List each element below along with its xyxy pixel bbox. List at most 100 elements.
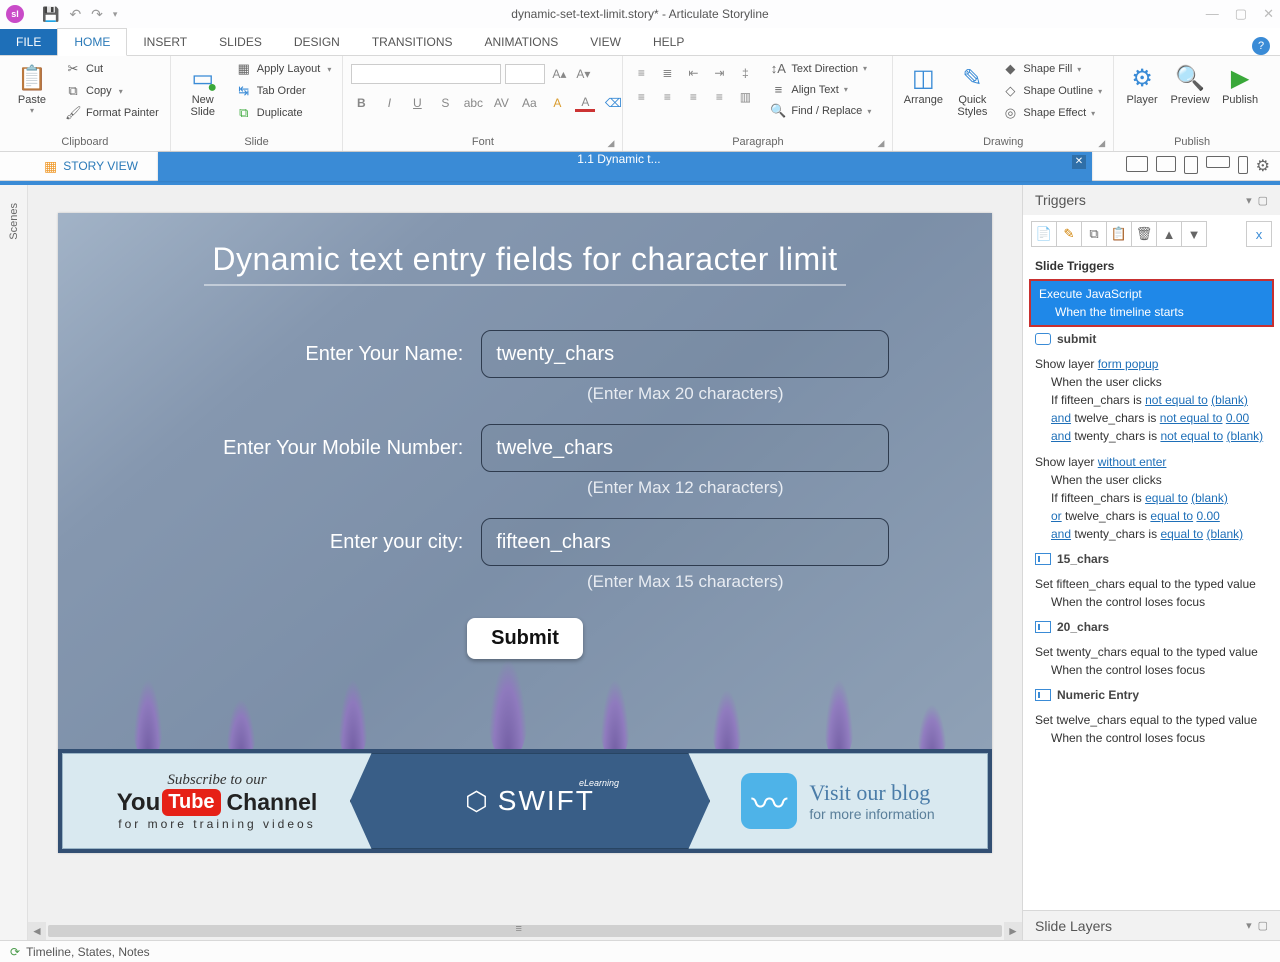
paste-button[interactable]: 📋 Paste ▾: [8, 60, 56, 115]
object-numeric-entry[interactable]: Numeric Entry: [1023, 683, 1280, 707]
player-button[interactable]: ⚙Player: [1122, 60, 1162, 106]
quick-styles-button[interactable]: ✎Quick Styles: [951, 60, 993, 118]
duplicate-button[interactable]: ⧉Duplicate: [233, 104, 335, 122]
case-button[interactable]: Aa: [519, 94, 539, 112]
shadow-button[interactable]: S: [435, 94, 455, 112]
device-phone-portrait-icon[interactable]: [1238, 156, 1248, 174]
timeline-label[interactable]: Timeline, States, Notes: [26, 945, 150, 959]
slide-title[interactable]: Dynamic text entry fields for character …: [204, 241, 845, 286]
mobile-label[interactable]: Enter Your Mobile Number:: [161, 437, 482, 460]
banner-youtube[interactable]: Subscribe to our YouTubeChannel for more…: [62, 753, 372, 849]
mobile-input[interactable]: twelve_chars: [481, 424, 889, 472]
shape-effect-button[interactable]: ◎Shape Effect▾: [999, 104, 1105, 122]
and-1[interactable]: and: [1051, 411, 1071, 425]
find-replace-button[interactable]: 🔍Find / Replace▾: [767, 102, 874, 120]
delete-trigger-button[interactable]: 🗑: [1131, 221, 1157, 247]
scroll-track[interactable]: [48, 925, 1002, 937]
tab-insert[interactable]: INSERT: [127, 29, 203, 55]
slide-tab-close-icon[interactable]: ✕: [1072, 155, 1086, 169]
paste-trigger-button[interactable]: 📋: [1106, 221, 1132, 247]
name-label[interactable]: Enter Your Name:: [161, 343, 482, 366]
edit-trigger-button[interactable]: ✎: [1056, 221, 1082, 247]
align-center-icon[interactable]: ≡: [657, 88, 677, 106]
tab-view[interactable]: VIEW: [574, 29, 637, 55]
device-phone-landscape-icon[interactable]: [1206, 156, 1230, 168]
bullets-icon[interactable]: ≡: [631, 64, 651, 82]
strike-button[interactable]: abc: [463, 94, 483, 112]
device-desktop-icon[interactable]: [1126, 156, 1148, 172]
minimize-icon[interactable]: —: [1206, 6, 1219, 22]
scenes-sidebar[interactable]: Scenes: [0, 185, 28, 940]
device-tablet-portrait-icon[interactable]: [1184, 156, 1198, 174]
trigger-set-15[interactable]: Set fifteen_chars equal to the typed val…: [1023, 571, 1280, 615]
cond-neq-1[interactable]: not equal to: [1145, 393, 1208, 407]
cond-eq-3[interactable]: equal to: [1160, 527, 1203, 541]
and-3[interactable]: and: [1051, 527, 1071, 541]
timeline-icon[interactable]: ⟳: [10, 945, 20, 959]
object-submit[interactable]: submit: [1023, 327, 1280, 351]
font-family-select[interactable]: [351, 64, 501, 84]
settings-gear-icon[interactable]: ⚙: [1256, 156, 1270, 176]
redo-icon[interactable]: ↷: [91, 6, 103, 23]
or-1[interactable]: or: [1051, 509, 1062, 523]
close-icon[interactable]: ✕: [1263, 6, 1274, 22]
text-direction-button[interactable]: ↕AText Direction▾: [767, 60, 874, 77]
slide-canvas[interactable]: Dynamic text entry fields for character …: [58, 213, 992, 853]
justify-icon[interactable]: ≡: [709, 88, 729, 106]
without-enter-link[interactable]: without enter: [1098, 455, 1167, 469]
clear-format-button[interactable]: ⌫: [603, 94, 623, 112]
maximize-icon[interactable]: ▢: [1235, 6, 1247, 22]
highlight-button[interactable]: A: [547, 94, 567, 112]
tab-transitions[interactable]: TRANSITIONS: [356, 29, 469, 55]
help-icon[interactable]: ?: [1252, 37, 1270, 55]
indent-inc-icon[interactable]: ⇥: [709, 64, 729, 82]
name-input[interactable]: twenty_chars: [481, 330, 889, 378]
align-right-icon[interactable]: ≡: [683, 88, 703, 106]
underline-button[interactable]: U: [407, 94, 427, 112]
align-text-button[interactable]: ≡Align Text▾: [767, 81, 874, 98]
tab-file[interactable]: FILE: [0, 29, 57, 55]
banner-swift[interactable]: ⬡ SWIFT eLearning: [350, 753, 710, 849]
undo-icon[interactable]: ↶: [69, 6, 81, 23]
decrease-font-icon[interactable]: A▾: [573, 65, 593, 83]
line-spacing-icon[interactable]: ‡: [735, 64, 755, 82]
story-view-tab[interactable]: ▦STORY VIEW: [30, 152, 152, 181]
city-label[interactable]: Enter your city:: [161, 531, 482, 554]
format-painter-button[interactable]: 🖌Format Painter: [62, 104, 162, 122]
tab-order-button[interactable]: ↹Tab Order: [233, 82, 335, 100]
save-icon[interactable]: 💾: [42, 6, 59, 23]
object-15-chars[interactable]: 15_chars: [1023, 547, 1280, 571]
italic-button[interactable]: I: [379, 94, 399, 112]
numbering-icon[interactable]: ≣: [657, 64, 677, 82]
cond-eq-2[interactable]: equal to: [1150, 509, 1193, 523]
trigger-show-without-enter[interactable]: Show layer without enter When the user c…: [1023, 449, 1280, 547]
tab-design[interactable]: DESIGN: [278, 29, 356, 55]
blank-2[interactable]: (blank): [1227, 429, 1264, 443]
new-trigger-button[interactable]: 📄: [1031, 221, 1057, 247]
blank-1[interactable]: (blank): [1211, 393, 1248, 407]
indent-dec-icon[interactable]: ⇤: [683, 64, 703, 82]
apply-layout-button[interactable]: ▦Apply Layout▾: [233, 60, 335, 78]
increase-font-icon[interactable]: A▴: [549, 65, 569, 83]
move-down-button[interactable]: ▼: [1181, 221, 1207, 247]
zero-1[interactable]: 0.00: [1226, 411, 1249, 425]
horizontal-scrollbar[interactable]: ◄ ►: [28, 922, 1022, 940]
cond-eq-1[interactable]: equal to: [1145, 491, 1188, 505]
object-20-chars[interactable]: 20_chars: [1023, 615, 1280, 639]
banner-blog[interactable]: 〰 Visit our blogfor more information: [688, 753, 988, 849]
trigger-show-form-popup[interactable]: Show layer form popup When the user clic…: [1023, 351, 1280, 449]
slide-layers-header[interactable]: Slide Layers ▾▢: [1023, 910, 1280, 940]
copy-button[interactable]: ⧉Copy▾: [62, 82, 162, 100]
trigger-set-12[interactable]: Set twelve_chars equal to the typed valu…: [1023, 707, 1280, 751]
scroll-right-icon[interactable]: ►: [1004, 922, 1022, 940]
tab-home[interactable]: HOME: [57, 28, 127, 56]
qat-dropdown-icon[interactable]: ▾: [113, 9, 118, 20]
city-input[interactable]: fifteen_chars: [481, 518, 889, 566]
arrange-button[interactable]: ◫Arrange: [901, 60, 945, 106]
move-up-button[interactable]: ▲: [1156, 221, 1182, 247]
new-slide-button[interactable]: ▭● New Slide: [179, 60, 227, 118]
variables-button[interactable]: x: [1246, 221, 1272, 247]
submit-button[interactable]: Submit: [467, 618, 583, 659]
and-2[interactable]: and: [1051, 429, 1071, 443]
form-popup-link[interactable]: form popup: [1098, 357, 1159, 371]
